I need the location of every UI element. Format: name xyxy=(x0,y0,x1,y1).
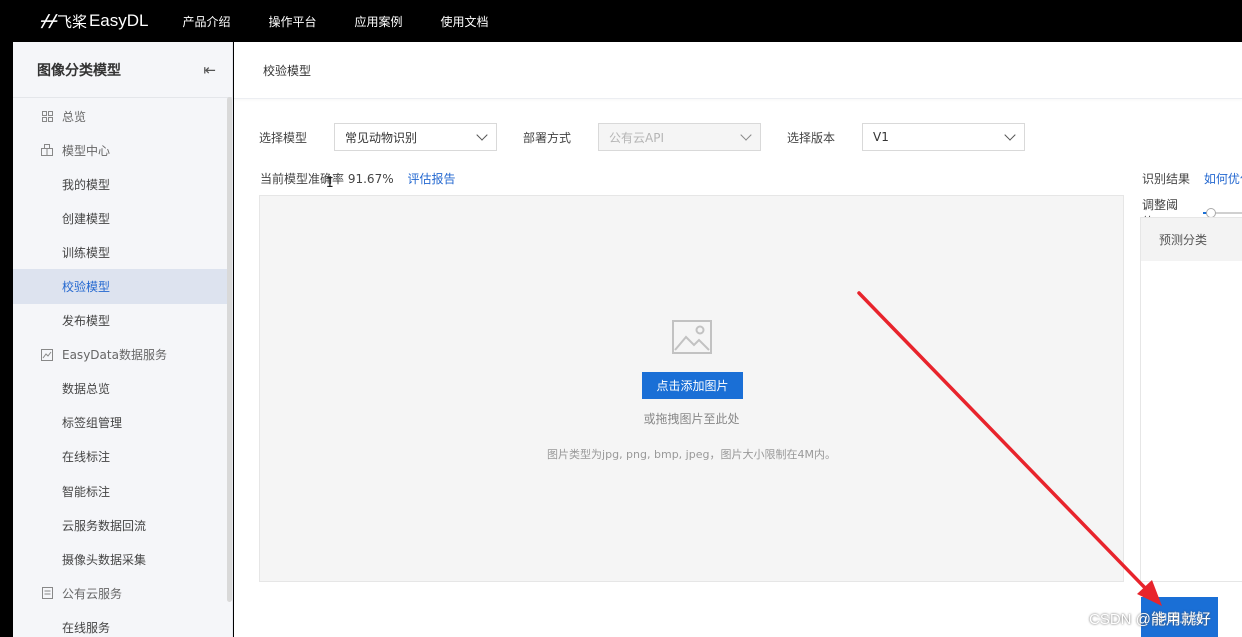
app-frame: 图像分类模型 ⇤ 总览 模型中心 我的模型 创建模型 训练模型 校验模型 发布模… xyxy=(0,42,1242,637)
top-nav: 产品介绍 操作平台 应用案例 使用文档 xyxy=(182,13,526,30)
chevron-down-icon xyxy=(740,129,752,141)
sidebar-item-label: 公有云服务 xyxy=(62,586,123,601)
sidebar-item-my-models[interactable]: 我的模型 xyxy=(13,167,227,201)
grid-icon xyxy=(40,109,54,123)
sidebar: 图像分类模型 ⇤ 总览 模型中心 我的模型 创建模型 训练模型 校验模型 发布模… xyxy=(13,42,233,637)
breadcrumb: 校验模型 xyxy=(234,42,1242,99)
main-content: 校验模型 选择模型 常见动物识别 部署方式 公有云API 选择版本 V1 当前模… xyxy=(234,42,1242,637)
sidebar-item-cloud-backflow[interactable]: 云服务数据回流 xyxy=(13,508,227,542)
logo-en-text: EasyDL xyxy=(88,11,149,30)
logo[interactable]: ᚋᚋ 飞桨 EasyDL xyxy=(40,11,148,32)
result-header: 识别结果 如何优化 xyxy=(1142,170,1242,187)
sidebar-item-train-model[interactable]: 训练模型 xyxy=(13,235,227,269)
optimize-link[interactable]: 如何优化 xyxy=(1204,172,1242,186)
deploy-select-value: 公有云API xyxy=(609,130,665,145)
image-drop-zone[interactable]: 点击添加图片 或拖拽图片至此处 图片类型为jpg, png, bmp, jpeg… xyxy=(259,195,1124,582)
file-type-hint: 图片类型为jpg, png, bmp, jpeg，图片大小限制在4M内。 xyxy=(547,448,836,461)
sidebar-menu: 总览 模型中心 我的模型 创建模型 训练模型 校验模型 发布模型 EasyDat… xyxy=(13,99,227,637)
evaluation-report-link[interactable]: 评估报告 xyxy=(407,172,455,186)
model-select[interactable]: 常见动物识别 xyxy=(334,123,498,151)
chart-icon xyxy=(40,348,54,362)
accuracy-value: 91.67% xyxy=(347,172,394,186)
sidebar-item-label: EasyData数据服务 xyxy=(62,348,167,363)
sidebar-item-publish-model[interactable]: 发布模型 xyxy=(13,304,227,338)
version-select-label: 选择版本 xyxy=(787,130,836,145)
watermark: CSDN @能用就好 xyxy=(1089,611,1211,628)
sidebar-item-verify-model[interactable]: 校验模型 xyxy=(13,269,227,304)
result-table: 预测分类 xyxy=(1140,217,1242,582)
sidebar-item-online-service[interactable]: 在线服务 xyxy=(13,610,227,637)
nav-product-intro[interactable]: 产品介绍 xyxy=(182,13,230,30)
chevron-down-icon xyxy=(476,129,488,141)
accuracy-row: 当前模型准确率 91.67% 评估报告 xyxy=(260,170,455,187)
sidebar-title: 图像分类模型 xyxy=(37,62,121,79)
result-title: 识别结果 xyxy=(1142,172,1191,186)
nav-platform[interactable]: 操作平台 xyxy=(269,13,317,30)
model-select-label: 选择模型 xyxy=(259,130,308,145)
version-select[interactable]: V1 xyxy=(862,123,1026,151)
sidebar-item-label-groups[interactable]: 标签组管理 xyxy=(13,406,227,440)
nav-cases[interactable]: 应用案例 xyxy=(355,13,403,30)
sidebar-item-create-model[interactable]: 创建模型 xyxy=(13,201,227,235)
paddle-logo-icon: ᚋᚋ xyxy=(40,11,56,31)
sidebar-item-smart-labeling[interactable]: 智能标注 xyxy=(13,474,227,508)
sidebar-item-model-center[interactable]: 模型中心 xyxy=(13,133,227,167)
deploy-select-label: 部署方式 xyxy=(523,130,572,145)
drag-hint: 或拖拽图片至此处 xyxy=(643,412,740,426)
sidebar-item-label: 总览 xyxy=(62,109,87,124)
image-placeholder-icon xyxy=(672,320,712,354)
sidebar-item-overview[interactable]: 总览 xyxy=(13,99,227,133)
result-column-header: 预测分类 xyxy=(1141,218,1242,261)
logo-cn-text: 飞桨 xyxy=(56,12,87,31)
text-cursor-icon: I xyxy=(326,176,334,191)
model-form: 选择模型 常见动物识别 部署方式 公有云API 选择版本 V1 xyxy=(259,123,1026,151)
deploy-select: 公有云API xyxy=(598,123,762,151)
sidebar-header: 图像分类模型 ⇤ xyxy=(13,42,232,98)
top-navbar: ᚋᚋ 飞桨 EasyDL 产品介绍 操作平台 应用案例 使用文档 xyxy=(0,0,1242,42)
sidebar-item-online-labeling[interactable]: 在线标注 xyxy=(13,440,227,474)
sidebar-item-label: 模型中心 xyxy=(62,143,111,158)
sidebar-item-camera-collection[interactable]: 摄像头数据采集 xyxy=(13,542,227,576)
collapse-sidebar-icon[interactable]: ⇤ xyxy=(203,61,216,79)
model-icon xyxy=(40,143,54,157)
sidebar-item-data-overview[interactable]: 数据总览 xyxy=(13,372,227,406)
add-image-button[interactable]: 点击添加图片 xyxy=(642,372,743,399)
chevron-down-icon xyxy=(1004,129,1016,141)
sidebar-item-easydata[interactable]: EasyData数据服务 xyxy=(13,338,227,372)
sidebar-item-public-cloud[interactable]: 公有云服务 xyxy=(13,576,227,610)
nav-docs[interactable]: 使用文档 xyxy=(441,13,489,30)
version-select-value: V1 xyxy=(873,130,889,144)
cloud-icon xyxy=(40,586,54,600)
model-select-value: 常见动物识别 xyxy=(345,130,418,145)
sidebar-scrollbar[interactable] xyxy=(227,97,232,602)
